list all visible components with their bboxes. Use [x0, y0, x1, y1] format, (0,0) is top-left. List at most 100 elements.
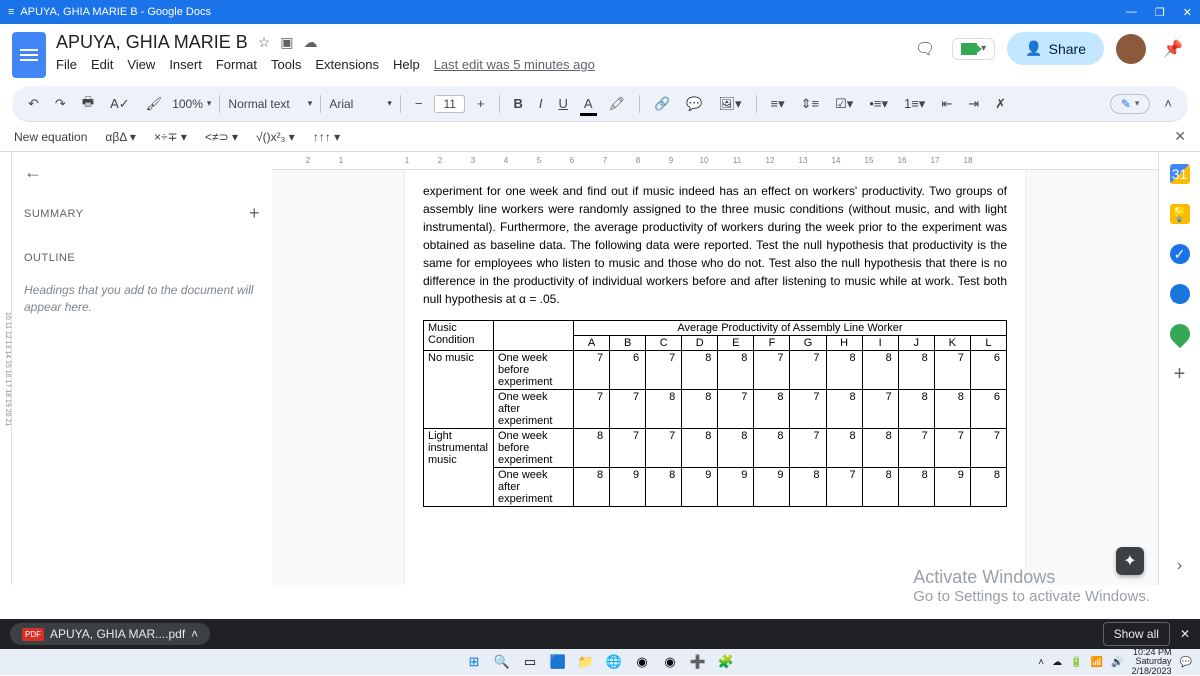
show-all-downloads-button[interactable]: Show all: [1103, 622, 1170, 646]
start-button[interactable]: ⊞: [466, 654, 482, 670]
app-icon-2[interactable]: 🧩: [718, 654, 734, 670]
bold-button[interactable]: B: [508, 92, 529, 115]
add-comment-button[interactable]: 💬: [680, 92, 708, 116]
menu-edit[interactable]: Edit: [91, 57, 113, 72]
checklist-button[interactable]: ☑▾: [829, 92, 859, 116]
clear-formatting-button[interactable]: ✗: [989, 92, 1012, 116]
operators-dropdown[interactable]: ×÷∓ ▾: [154, 130, 187, 144]
chrome-canary-icon[interactable]: ◉: [662, 654, 678, 670]
close-equation-bar-button[interactable]: ✕: [1174, 128, 1186, 145]
docs-favicon: ≡: [8, 6, 14, 18]
move-icon[interactable]: ▣: [280, 34, 293, 51]
onedrive-icon[interactable]: ☁: [1052, 657, 1062, 668]
menu-insert[interactable]: Insert: [169, 57, 202, 72]
get-addons-icon[interactable]: +: [1170, 364, 1190, 384]
insert-image-button[interactable]: 🖼▾: [712, 92, 747, 116]
app-icon[interactable]: ➕: [690, 654, 706, 670]
undo-button[interactable]: ↶: [22, 92, 45, 116]
maps-icon[interactable]: [1165, 320, 1193, 348]
paint-format-button[interactable]: 🖌: [140, 92, 169, 116]
document-page[interactable]: experiment for one week and find out if …: [405, 170, 1025, 585]
task-view-button[interactable]: ▭: [522, 654, 538, 670]
menu-extensions[interactable]: Extensions: [315, 57, 379, 72]
window-maximize-icon[interactable]: ❐: [1155, 6, 1165, 19]
text-color-button[interactable]: A: [578, 92, 599, 115]
notifications-icon[interactable]: 💬: [1180, 657, 1192, 668]
file-explorer-icon[interactable]: 📁: [578, 654, 594, 670]
increase-indent-button[interactable]: ⇥: [962, 92, 985, 116]
wifi-icon[interactable]: 📶: [1091, 657, 1103, 668]
cloud-status-icon[interactable]: ☁: [304, 34, 318, 51]
paragraph-text[interactable]: experiment for one week and find out if …: [423, 182, 1007, 308]
explore-fab[interactable]: ✦: [1116, 547, 1144, 575]
share-button[interactable]: 👤Share: [1007, 32, 1104, 65]
insert-link-button[interactable]: 🔗: [648, 92, 676, 116]
collapse-toolbar-button[interactable]: ˄: [1158, 92, 1178, 115]
edge-icon[interactable]: 🌐: [606, 654, 622, 670]
browser-tab-title: APUYA, GHIA MARIE B - Google Docs: [20, 6, 211, 18]
download-chip[interactable]: PDF APUYA, GHIA MAR....pdf ˄: [10, 623, 210, 645]
window-close-icon[interactable]: ✕: [1183, 6, 1192, 19]
outline-back-button[interactable]: ←: [24, 162, 42, 183]
tray-chevron-icon[interactable]: ˄: [1038, 657, 1044, 668]
volume-icon[interactable]: 🔊: [1111, 657, 1123, 668]
windows-taskbar: ⊞ 🔍 ▭ 🟦 📁 🌐 ◉ ◉ ➕ 🧩 ˄ ☁ 🔋 📶 🔊 10:24 PM S…: [0, 649, 1200, 675]
align-button[interactable]: ≡▾: [765, 92, 791, 116]
paragraph-style-dropdown[interactable]: Normal text▾: [228, 97, 312, 111]
close-download-bar-button[interactable]: ✕: [1180, 627, 1190, 641]
comment-history-icon[interactable]: 🗨: [910, 34, 940, 64]
system-clock[interactable]: 10:24 PM Saturday 2/18/2023: [1132, 648, 1172, 676]
add-summary-button[interactable]: +: [249, 203, 260, 224]
menu-format[interactable]: Format: [216, 57, 257, 72]
numbered-list-button[interactable]: 1≡▾: [898, 92, 931, 116]
menu-file[interactable]: File: [56, 57, 77, 72]
font-size-input[interactable]: 11: [434, 95, 464, 113]
window-minimize-icon[interactable]: —: [1126, 6, 1137, 19]
editing-mode-button[interactable]: ✎ ▾: [1110, 94, 1151, 114]
arrows-dropdown[interactable]: ↑↑↑ ▾: [313, 130, 340, 144]
widgets-button[interactable]: 🟦: [550, 654, 566, 670]
highlight-button[interactable]: 🖍: [603, 92, 632, 116]
menu-bar: File Edit View Insert Format Tools Exten…: [56, 57, 910, 72]
italic-button[interactable]: I: [533, 92, 549, 115]
docs-logo[interactable]: [12, 32, 46, 78]
increase-font-button[interactable]: +: [471, 92, 491, 115]
print-button[interactable]: 🖶: [76, 89, 100, 119]
bulleted-list-button[interactable]: •≡▾: [863, 92, 894, 116]
last-edit-link[interactable]: Last edit was 5 minutes ago: [434, 57, 595, 72]
decrease-indent-button[interactable]: ⇤: [935, 92, 958, 116]
spellcheck-button[interactable]: A✓: [104, 92, 136, 116]
menu-view[interactable]: View: [127, 57, 155, 72]
pin-icon[interactable]: 📌: [1158, 34, 1188, 64]
document-canvas[interactable]: 21123456789101112131415161718 experiment…: [272, 152, 1158, 585]
pdf-icon: PDF: [22, 628, 44, 641]
document-title[interactable]: APUYA, GHIA MARIE B: [56, 32, 248, 53]
menu-tools[interactable]: Tools: [271, 57, 301, 72]
tasks-icon[interactable]: ✓: [1170, 244, 1190, 264]
calendar-icon[interactable]: 31: [1170, 164, 1190, 184]
meet-button[interactable]: ▾: [952, 38, 995, 60]
decrease-font-button[interactable]: −: [409, 92, 429, 115]
new-equation-button[interactable]: New equation: [14, 130, 87, 144]
font-dropdown[interactable]: Arial▾: [329, 97, 392, 111]
battery-icon[interactable]: 🔋: [1070, 657, 1082, 668]
horizontal-ruler: 21123456789101112131415161718: [272, 152, 1158, 170]
collapse-side-panel-button[interactable]: ›: [1177, 557, 1182, 575]
relations-dropdown[interactable]: <≠⊃ ▾: [205, 130, 238, 144]
productivity-table[interactable]: Music ConditionAverage Productivity of A…: [423, 320, 1007, 507]
redo-button[interactable]: ↷: [49, 92, 72, 116]
zoom-dropdown[interactable]: 100%▾: [172, 97, 211, 111]
menu-help[interactable]: Help: [393, 57, 420, 72]
line-spacing-button[interactable]: ⇕≡: [795, 92, 825, 116]
summary-label: SUMMARY: [24, 208, 84, 220]
docs-header: APUYA, GHIA MARIE B ☆ ▣ ☁ File Edit View…: [0, 24, 1200, 78]
chrome-icon[interactable]: ◉: [634, 654, 650, 670]
underline-button[interactable]: U: [553, 92, 574, 115]
account-avatar[interactable]: [1116, 34, 1146, 64]
star-icon[interactable]: ☆: [258, 34, 271, 51]
greek-letters-dropdown[interactable]: αβΔ ▾: [105, 130, 136, 144]
contacts-icon[interactable]: 👤: [1170, 284, 1190, 304]
math-ops-dropdown[interactable]: √()x²₃ ▾: [256, 130, 295, 144]
keep-icon[interactable]: 💡: [1170, 204, 1190, 224]
search-button[interactable]: 🔍: [494, 654, 510, 670]
